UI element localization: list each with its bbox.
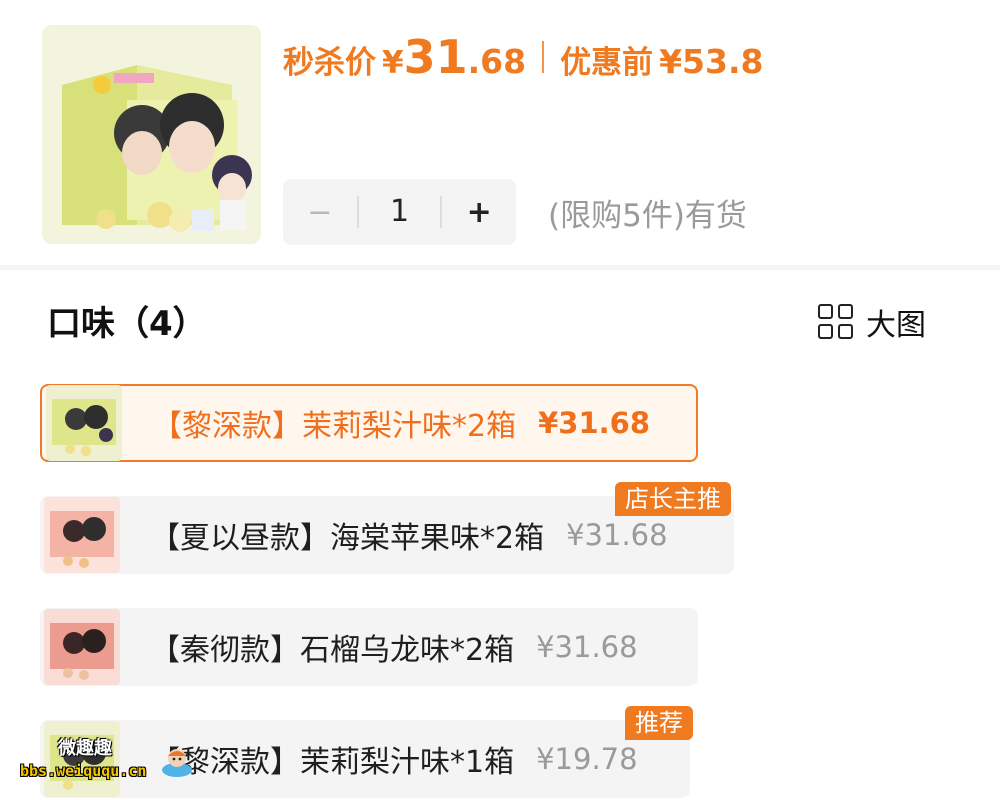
flavor-thumbnail bbox=[46, 385, 122, 461]
flavor-option-name: 【黎深款】茉莉梨汁味*2箱 bbox=[152, 409, 517, 444]
watermark-title: 微趣趣 bbox=[58, 738, 112, 759]
flavor-thumbnail bbox=[44, 609, 120, 685]
watermark-url: bbs.weiququ.cn bbox=[20, 762, 147, 780]
quantity-stepper: − 1 + bbox=[283, 179, 516, 245]
product-header: 秒杀价 ¥ 31 .68 优惠前 ¥53.8 − 1 + (限购5件)有货 bbox=[0, 0, 1000, 265]
original-price-label: 优惠前 bbox=[560, 45, 654, 81]
product-photo-illustration bbox=[42, 25, 261, 244]
flavor-option-name: 【秦彻款】石榴乌龙味*2箱 bbox=[150, 633, 515, 668]
price-divider bbox=[542, 41, 545, 73]
flavor-option-name: 【黎深款】茉莉梨汁味*1箱 bbox=[150, 745, 515, 780]
flavor-option-price: ¥31.68 bbox=[538, 406, 651, 440]
large-image-toggle[interactable]: 大图 bbox=[818, 300, 926, 344]
price-line: 秒杀价 ¥ 31 .68 优惠前 ¥53.8 bbox=[283, 30, 763, 90]
flavor-section-title: 口味（4） bbox=[47, 304, 207, 344]
sale-price-label: 秒杀价 bbox=[283, 45, 376, 81]
sale-price-decimal: .68 bbox=[467, 42, 527, 81]
mascot-icon bbox=[162, 749, 192, 777]
flavor-option[interactable]: 【黎深款】茉莉梨汁味*2箱 ¥31.68 bbox=[40, 384, 698, 462]
increase-button[interactable]: + bbox=[442, 195, 516, 230]
flavor-option-price: ¥31.68 bbox=[566, 518, 668, 552]
quantity-value[interactable]: 1 bbox=[356, 196, 443, 228]
flavor-thumbnail bbox=[44, 497, 120, 573]
stock-note: (限购5件)有货 bbox=[548, 198, 747, 234]
grid-icon bbox=[818, 304, 854, 340]
original-price: ¥53.8 bbox=[659, 42, 764, 81]
sale-price-integer: 31 bbox=[403, 30, 468, 84]
product-image[interactable] bbox=[42, 25, 261, 244]
decrease-button[interactable]: − bbox=[283, 195, 357, 230]
large-image-label: 大图 bbox=[866, 308, 926, 343]
flavor-option-price: ¥19.78 bbox=[536, 742, 638, 776]
flavor-option-price: ¥31.68 bbox=[536, 630, 638, 664]
recommend-badge: 推荐 bbox=[625, 706, 693, 740]
site-watermark: 微趣趣 bbs.weiququ.cn bbox=[20, 732, 200, 792]
flavor-option[interactable]: 【秦彻款】石榴乌龙味*2箱 ¥31.68 bbox=[40, 608, 698, 686]
sale-price-currency: ¥ bbox=[382, 45, 404, 81]
recommend-badge: 店长主推 bbox=[615, 482, 731, 516]
flavor-option-name: 【夏以昼款】海棠苹果味*2箱 bbox=[150, 521, 545, 556]
